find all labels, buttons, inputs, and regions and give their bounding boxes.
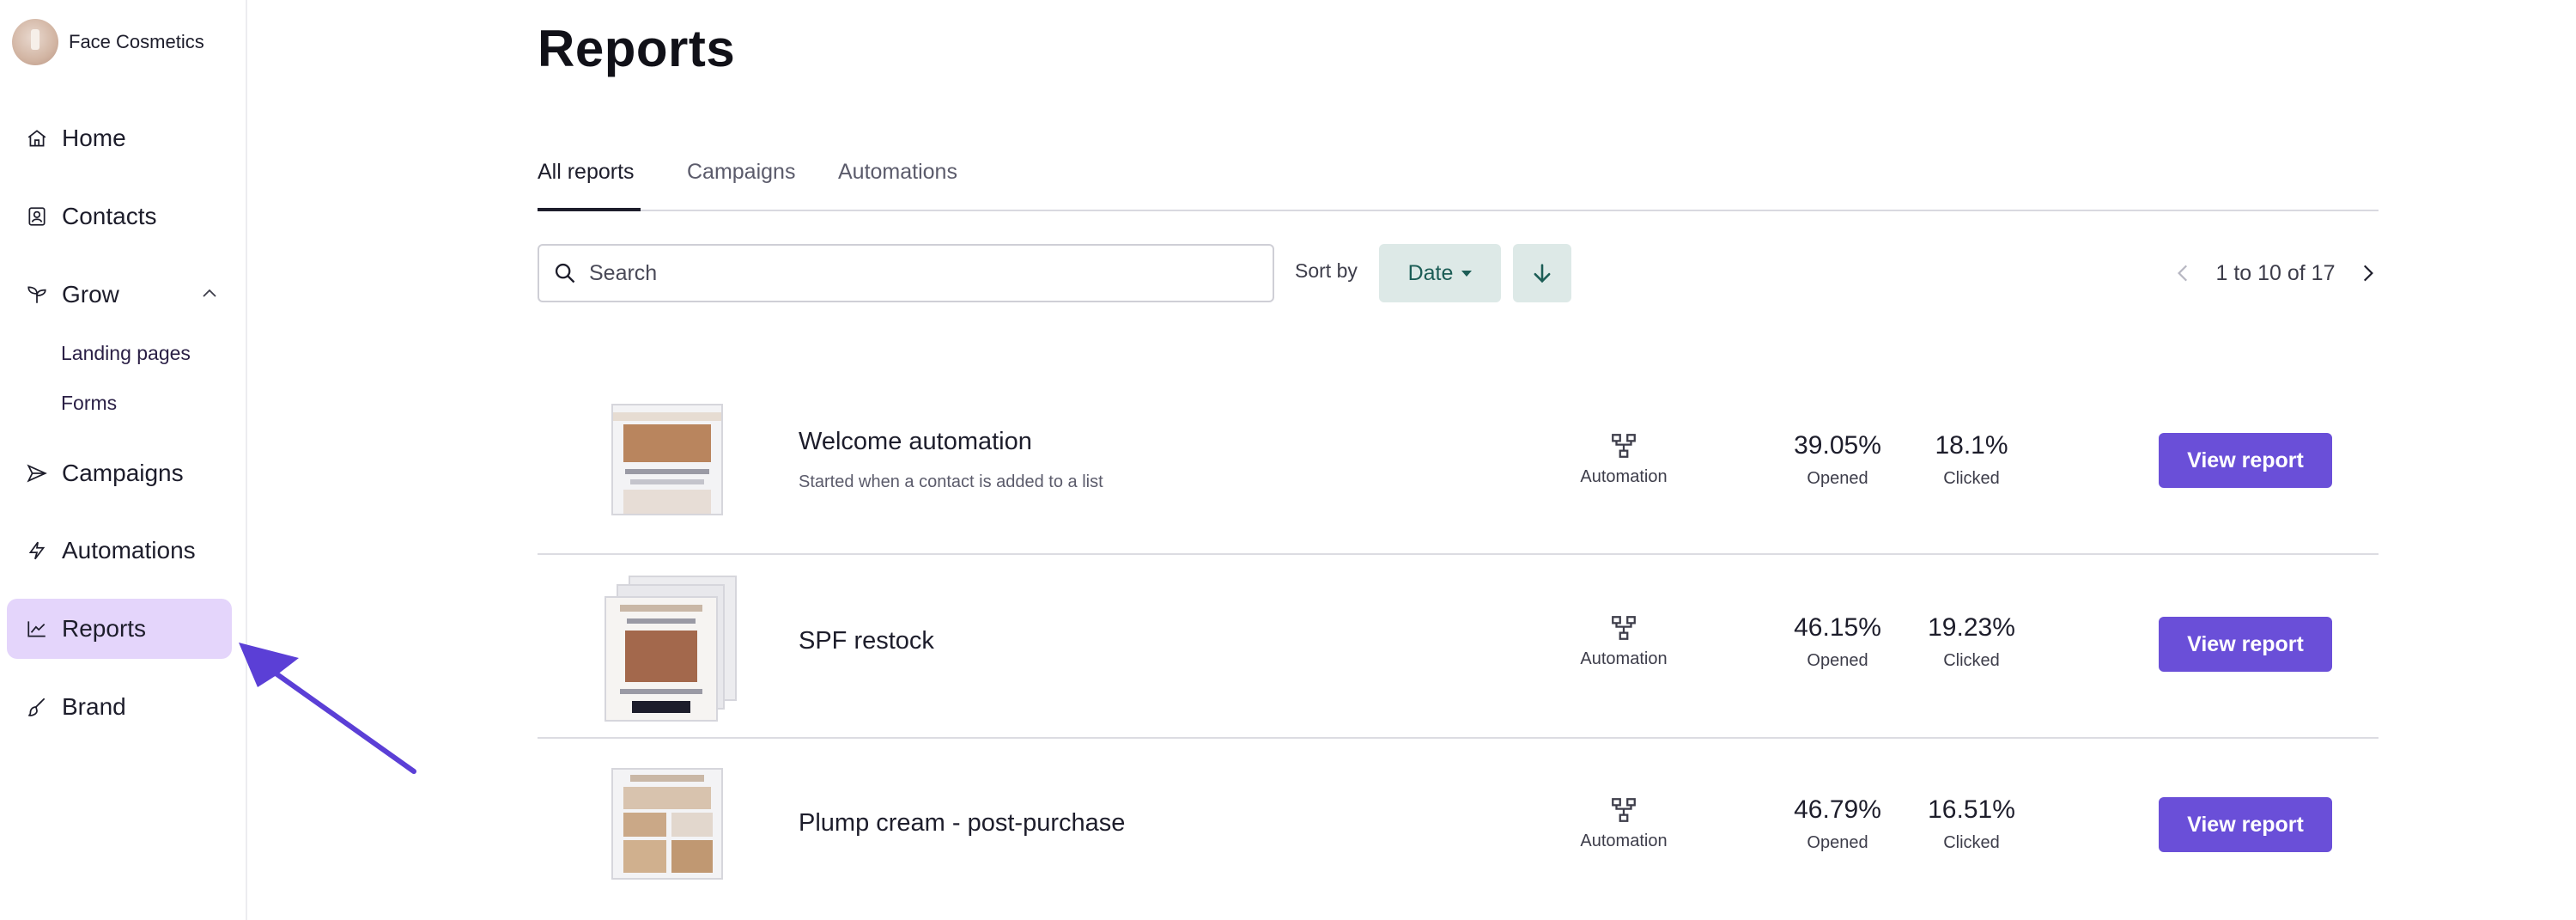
lightning-icon <box>24 538 50 564</box>
tab-all-reports[interactable]: All reports <box>538 160 635 185</box>
report-type-label: Automation <box>1580 649 1668 668</box>
report-title[interactable]: Welcome automation <box>799 428 1032 456</box>
sidebar-item-label: Automations <box>62 537 196 564</box>
tab-campaigns[interactable]: Campaigns <box>687 160 795 185</box>
report-row[interactable]: Welcome automation Started when a contac… <box>538 371 2379 555</box>
workflow-icon <box>1612 798 1636 822</box>
sidebar-item-label: Brand <box>62 693 126 720</box>
brand[interactable]: Face Cosmetics <box>12 19 204 65</box>
sidebar-item-label: Home <box>62 125 126 151</box>
chevron-left-icon[interactable] <box>2172 262 2195 284</box>
caret-down-icon <box>1461 270 1473 277</box>
email-thumbnail <box>611 404 723 515</box>
sidebar-item-brand[interactable]: Brand <box>7 677 232 737</box>
view-report-button[interactable]: View report <box>2159 617 2332 672</box>
clicked-rate: 18.1% <box>1935 431 2008 460</box>
chart-line-icon <box>24 616 50 642</box>
thumb-text <box>625 469 709 474</box>
report-row[interactable]: Plump cream - post-purchase Automation 4… <box>538 739 2379 920</box>
clicked-rate: 19.23% <box>1928 613 2015 642</box>
thumb-button <box>632 701 690 713</box>
report-type-label: Automation <box>1580 467 1668 486</box>
report-title[interactable]: SPF restock <box>799 627 934 655</box>
workflow-icon <box>1612 434 1636 458</box>
annotation-arrow-icon <box>239 643 416 774</box>
clicked-label: Clicked <box>1943 469 2000 488</box>
sort-field-value: Date <box>1407 260 1454 285</box>
thumb-text <box>671 813 713 837</box>
opened-label: Opened <box>1807 651 1868 670</box>
search-input[interactable] <box>589 260 1259 286</box>
page-title: Reports <box>538 20 736 77</box>
report-title[interactable]: Plump cream - post-purchase <box>799 809 1125 838</box>
clicked-rate: 16.51% <box>1928 795 2015 824</box>
sidebar: Face Cosmetics Home Contacts Grow Landin… <box>0 0 247 920</box>
thumb-image <box>623 840 666 873</box>
email-thumbnail-stack <box>605 576 742 723</box>
brush-icon <box>24 694 50 720</box>
sort-direction-button[interactable] <box>1513 244 1571 302</box>
thumb-text <box>620 689 702 694</box>
sidebar-item-automations[interactable]: Automations <box>7 521 232 581</box>
thumb-hero <box>625 631 697 682</box>
thumb-image <box>623 813 666 837</box>
sidebar-subitem-forms[interactable]: Forms <box>61 392 117 415</box>
sidebar-item-contacts[interactable]: Contacts <box>7 186 232 247</box>
report-type-label: Automation <box>1580 832 1668 850</box>
sort-by-label: Sort by <box>1295 259 1358 282</box>
email-thumbnail <box>605 596 718 722</box>
sidebar-item-label: Reports <box>62 615 147 642</box>
brand-name: Face Cosmetics <box>69 31 204 52</box>
thumb-text <box>630 479 704 484</box>
thumb-header <box>620 605 702 612</box>
sidebar-item-home[interactable]: Home <box>7 108 232 168</box>
sidebar-item-campaigns[interactable]: Campaigns <box>7 443 232 503</box>
opened-rate: 39.05% <box>1794 431 1881 460</box>
thumb-header <box>613 412 721 421</box>
contacts-icon <box>24 204 50 229</box>
sidebar-item-reports[interactable]: Reports <box>7 599 232 659</box>
home-icon <box>24 125 50 151</box>
report-subtitle: Started when a contact is added to a lis… <box>799 472 1103 491</box>
sprout-icon <box>24 282 50 308</box>
chevron-up-icon[interactable] <box>199 283 220 304</box>
email-thumbnail <box>611 768 723 880</box>
sort-field-dropdown[interactable]: Date <box>1379 244 1501 302</box>
sidebar-item-label: Grow <box>62 281 119 308</box>
search-icon <box>555 263 575 283</box>
clicked-label: Clicked <box>1943 833 2000 852</box>
send-icon <box>24 460 50 486</box>
thumb-text <box>627 618 696 624</box>
chevron-right-icon[interactable] <box>2356 262 2379 284</box>
tab-bar: All reports Campaigns Automations <box>538 155 2379 211</box>
view-report-button[interactable]: View report <box>2159 797 2332 852</box>
brand-logo <box>12 19 58 65</box>
clicked-label: Clicked <box>1943 651 2000 670</box>
sidebar-item-label: Campaigns <box>62 460 184 486</box>
thumb-image <box>623 490 711 514</box>
workflow-icon <box>1612 616 1636 640</box>
opened-rate: 46.79% <box>1794 795 1881 824</box>
report-row[interactable]: SPF restock Automation 46.15% Opened 19.… <box>538 555 2379 739</box>
opened-rate: 46.15% <box>1794 613 1881 642</box>
tab-active-indicator <box>538 208 641 211</box>
thumb-image <box>671 840 713 873</box>
search-box[interactable] <box>538 244 1274 302</box>
pagination: 1 to 10 of 17 <box>2172 254 2379 292</box>
sidebar-subitem-landing-pages[interactable]: Landing pages <box>61 342 191 365</box>
pagination-text: 1 to 10 of 17 <box>2215 260 2336 285</box>
thumb-hero <box>623 424 711 462</box>
opened-label: Opened <box>1807 469 1868 488</box>
thumb-header <box>630 775 704 782</box>
tab-automations[interactable]: Automations <box>838 160 957 185</box>
sidebar-item-label: Contacts <box>62 203 157 229</box>
arrow-down-icon <box>1534 264 1551 283</box>
sidebar-item-grow[interactable]: Grow <box>7 265 232 325</box>
view-report-button[interactable]: View report <box>2159 433 2332 488</box>
thumb-hero <box>623 787 711 809</box>
opened-label: Opened <box>1807 833 1868 852</box>
